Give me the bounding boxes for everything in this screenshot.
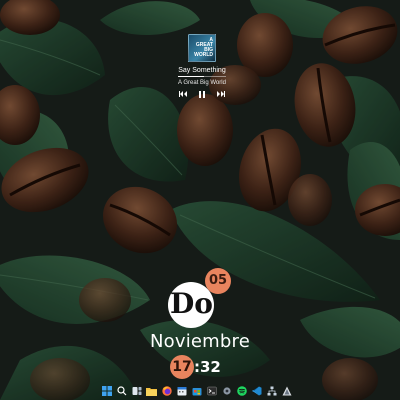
minute: 32 xyxy=(200,358,221,376)
previous-icon[interactable] xyxy=(178,89,188,99)
time-widget: 17 : 32 xyxy=(168,353,238,379)
store-icon[interactable] xyxy=(191,386,202,397)
pause-icon[interactable] xyxy=(197,89,207,99)
song-title: Say Something xyxy=(178,67,226,74)
calendar-icon[interactable] xyxy=(176,386,187,397)
next-icon[interactable] xyxy=(216,89,226,99)
media-controls xyxy=(178,89,226,99)
settings-icon[interactable] xyxy=(221,386,232,397)
progress-bar[interactable] xyxy=(178,76,226,77)
taskbar xyxy=(0,382,400,400)
terminal-icon[interactable] xyxy=(206,386,217,397)
taskbar-icons xyxy=(101,384,292,398)
search-icon[interactable] xyxy=(116,386,127,397)
progress-fill xyxy=(178,76,205,77)
firefox-icon[interactable] xyxy=(161,386,172,397)
month-name: Noviembre xyxy=(149,331,251,352)
network-icon[interactable] xyxy=(266,386,277,397)
vscode-icon[interactable] xyxy=(251,386,262,397)
artist-name: A Great Big World xyxy=(178,80,226,86)
spotify-icon[interactable] xyxy=(236,386,247,397)
task-view-icon[interactable] xyxy=(131,386,142,397)
file-explorer-icon[interactable] xyxy=(146,386,157,397)
app-icon[interactable] xyxy=(281,386,292,397)
day-number-badge: 05 xyxy=(205,268,231,294)
media-player-widget: A GREAT BIG WORLD Say Something A Great … xyxy=(148,34,256,100)
hour: 17 xyxy=(170,355,194,379)
day-widget: Do 05 xyxy=(168,268,238,328)
album-art[interactable]: A GREAT BIG WORLD xyxy=(188,34,216,62)
windows-start-icon[interactable] xyxy=(101,386,112,397)
album-art-text-line: WORLD xyxy=(194,52,213,58)
